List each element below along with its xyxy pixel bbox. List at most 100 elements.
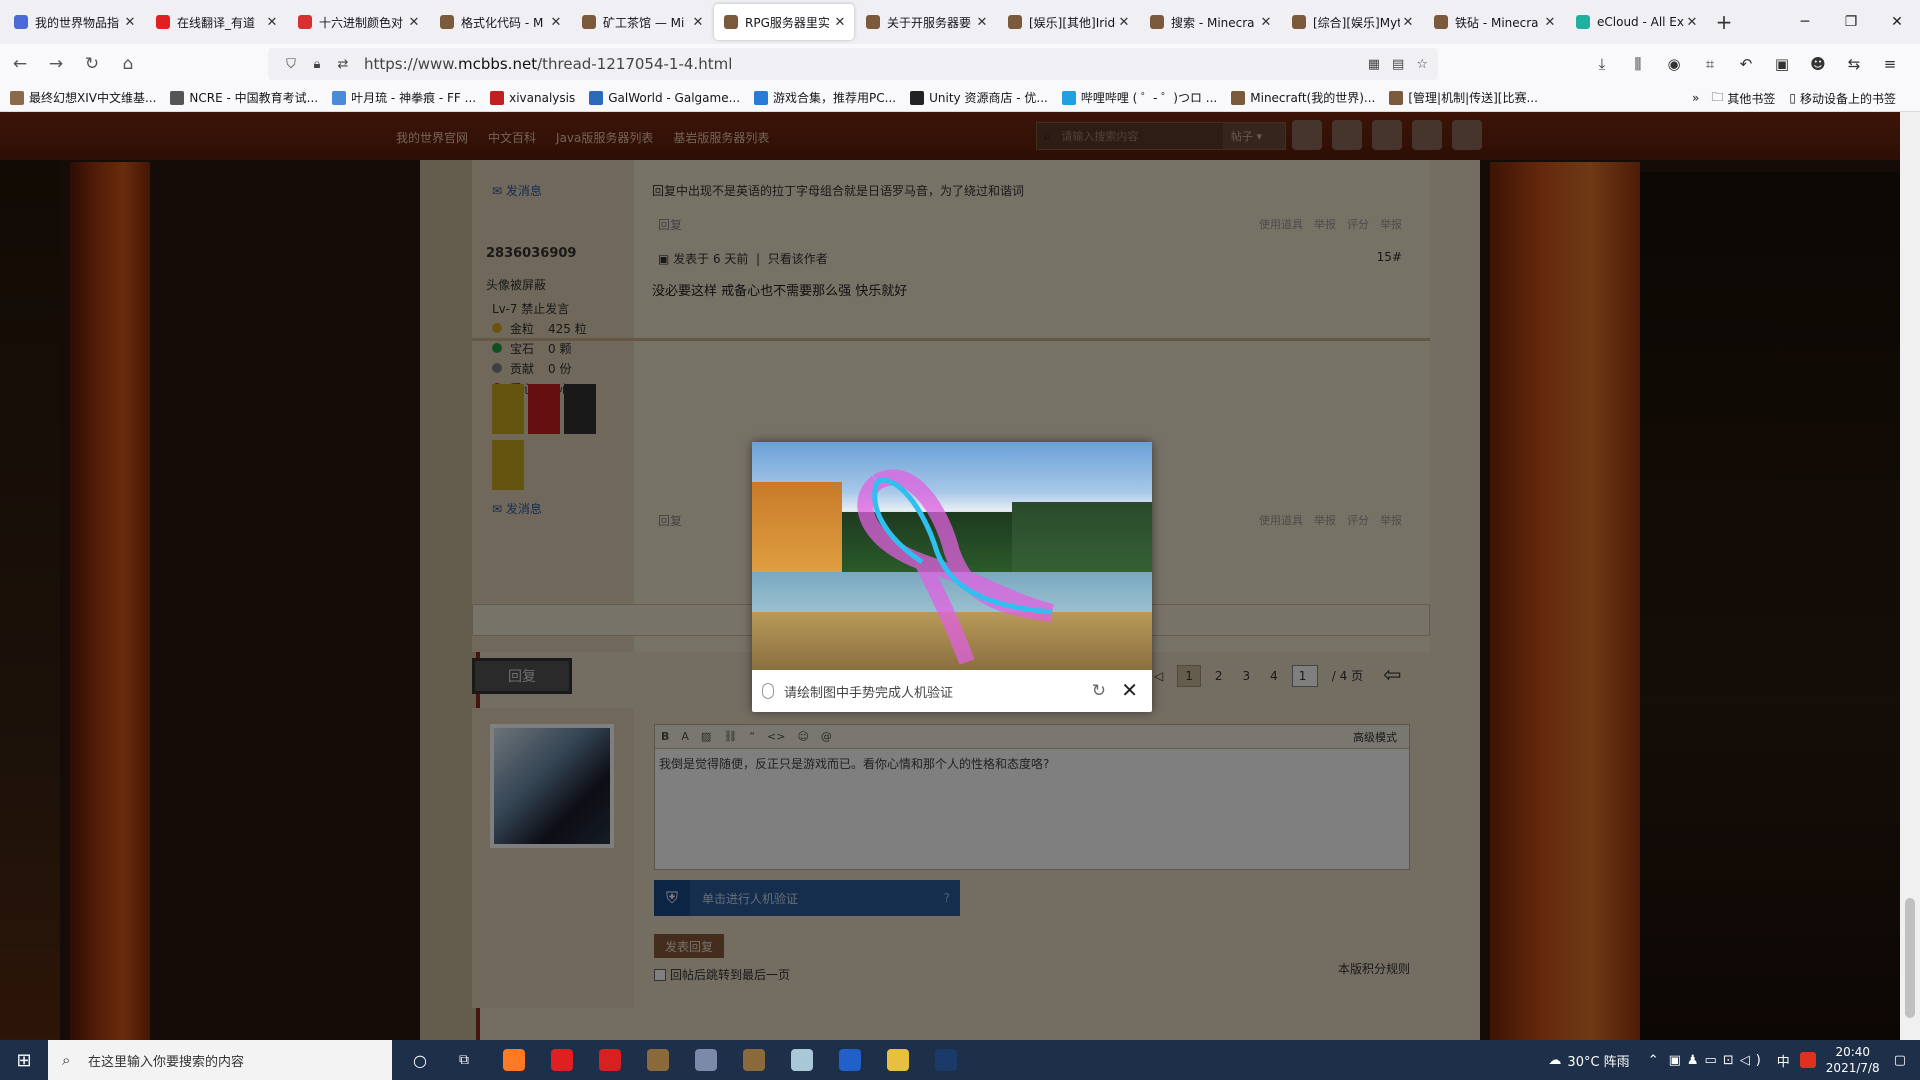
- taskbar-search[interactable]: ⌕ 在这里输入你要搜索的内容: [48, 1040, 392, 1080]
- search-icon-taskbar: ⌕: [62, 1051, 71, 1069]
- sogou-icon[interactable]: [1799, 1052, 1816, 1068]
- taskbar-app[interactable]: [922, 1040, 970, 1080]
- notification-center-icon[interactable]: ▢: [1894, 1053, 1906, 1068]
- taskbar-app[interactable]: [778, 1040, 826, 1080]
- bookmark-star-icon[interactable]: ☆: [1416, 57, 1428, 72]
- extension-icon[interactable]: ▣: [1764, 48, 1800, 80]
- undo-icon[interactable]: ↶: [1728, 48, 1764, 80]
- captcha-image[interactable]: [752, 442, 1152, 670]
- weather-icon[interactable]: ☁: [1548, 1053, 1561, 1068]
- tab-close-icon[interactable]: ✕: [974, 15, 990, 30]
- bookmark-favicon-icon: [1231, 90, 1246, 105]
- menu-icon[interactable]: ≡: [1872, 48, 1908, 80]
- page-scrollbar[interactable]: [1900, 112, 1920, 1040]
- weather-text[interactable]: 30°C 阵雨: [1567, 1051, 1629, 1070]
- browser-tab[interactable]: [综合][娱乐]Myt ✕: [1282, 4, 1422, 40]
- bookmark-favicon-icon: [332, 90, 347, 105]
- tab-close-icon[interactable]: ✕: [1400, 15, 1416, 30]
- cortana-icon[interactable]: ○: [400, 1040, 440, 1080]
- browser-tab[interactable]: 十六进制颜色对 ✕: [288, 4, 428, 40]
- tab-close-icon[interactable]: ✕: [1258, 15, 1274, 30]
- refresh-icon[interactable]: ↻: [1092, 681, 1106, 701]
- close-icon[interactable]: ✕: [1121, 678, 1138, 702]
- sync-icon[interactable]: ⇆: [1836, 48, 1872, 80]
- minimize-icon[interactable]: ─: [1782, 0, 1828, 44]
- bookmark-label: [管理|机制|传送][比赛...: [1408, 91, 1538, 105]
- forward-icon[interactable]: →: [40, 48, 72, 80]
- browser-tab[interactable]: [娱乐][其他]Iride ✕: [998, 4, 1138, 40]
- bookmark-favicon-icon: [490, 90, 505, 105]
- crop-icon[interactable]: ⌗: [1692, 48, 1728, 80]
- close-window-icon[interactable]: ✕: [1874, 0, 1920, 44]
- tab-close-icon[interactable]: ✕: [1116, 15, 1132, 30]
- tab-close-icon[interactable]: ✕: [264, 15, 280, 30]
- bookmark-item[interactable]: 游戏合集，推荐用PC...: [754, 89, 896, 106]
- tab-close-icon[interactable]: ✕: [122, 15, 138, 30]
- tab-close-icon[interactable]: ✕: [832, 15, 848, 30]
- bookmark-item[interactable]: GalWorld - Galgame...: [589, 89, 740, 106]
- new-tab-button[interactable]: +: [1708, 10, 1740, 34]
- reader-view-icon[interactable]: ▤: [1392, 57, 1404, 72]
- taskbar-app[interactable]: [874, 1040, 922, 1080]
- qrcode-icon[interactable]: ▦: [1368, 57, 1380, 72]
- mobile-bookmarks[interactable]: ▯ 移动设备上的书签: [1789, 90, 1896, 107]
- taskbar-app[interactable]: [826, 1040, 874, 1080]
- taskbar-app[interactable]: [586, 1040, 634, 1080]
- browser-tab[interactable]: 格式化代码 - M ✕: [430, 4, 570, 40]
- shield-icon[interactable]: ⛉: [280, 57, 302, 72]
- download-icon[interactable]: ⤓: [1584, 48, 1620, 80]
- bookmark-item[interactable]: xivanalysis: [490, 89, 575, 106]
- other-bookmarks[interactable]: 🗀︎ 其他书签: [1711, 88, 1775, 109]
- tray-icons[interactable]: ▣♟▭⊡◁): [1669, 1053, 1767, 1068]
- clock[interactable]: 20:40 2021/7/8: [1826, 1044, 1880, 1076]
- bookmark-item[interactable]: 哔哩哔哩 ( ゜- ゜)つロ ...: [1061, 89, 1217, 106]
- browser-tab[interactable]: 搜索 - Minecra ✕: [1140, 4, 1280, 40]
- bookmark-item[interactable]: NCRE - 中国教育考试...: [170, 89, 318, 106]
- tab-favicon-icon: [1008, 15, 1022, 29]
- permissions-icon[interactable]: ⇄: [332, 57, 354, 72]
- monkey-extension-icon[interactable]: ☻: [1800, 48, 1836, 80]
- tab-close-icon[interactable]: ✕: [548, 15, 564, 30]
- more-bookmarks-icon[interactable]: »: [1692, 91, 1699, 105]
- windows-start-icon[interactable]: ⊞: [0, 1040, 48, 1080]
- lock-icon[interactable]: 🔒︎: [306, 57, 328, 72]
- tab-close-icon[interactable]: ✕: [406, 15, 422, 30]
- bookmark-item[interactable]: 最终幻想XIV中文维基...: [10, 89, 156, 106]
- task-view-icon[interactable]: ⧉: [444, 1040, 484, 1080]
- bookmark-item[interactable]: 叶月琉 - 神拳痕 - FF ...: [332, 89, 476, 106]
- restore-icon[interactable]: ❐: [1828, 0, 1874, 44]
- browser-tab[interactable]: RPG服务器里实 ✕: [714, 4, 854, 40]
- scrollbar-thumb[interactable]: [1905, 898, 1915, 1018]
- bookmark-item[interactable]: Minecraft(我的世界)...: [1231, 89, 1375, 106]
- url-bar[interactable]: ⛉ 🔒︎ ⇄ https://www.mcbbs.net/thread-1217…: [268, 48, 1438, 80]
- back-icon[interactable]: ←: [4, 48, 36, 80]
- tab-label: 十六进制颜色对: [319, 15, 404, 30]
- bookmark-label: 游戏合集，推荐用PC...: [773, 91, 897, 105]
- account-icon[interactable]: ◉: [1656, 48, 1692, 80]
- captcha-footer: 请绘制图中手势完成人机验证 ↻ ✕: [752, 670, 1152, 712]
- bookmark-item[interactable]: Unity 资源商店 - 优...: [910, 89, 1048, 106]
- tab-close-icon[interactable]: ✕: [690, 15, 706, 30]
- taskbar-app[interactable]: [682, 1040, 730, 1080]
- taskbar-app[interactable]: [730, 1040, 778, 1080]
- browser-tab[interactable]: 铁砧 - Minecra ✕: [1424, 4, 1564, 40]
- reload-icon[interactable]: ↻: [76, 48, 108, 80]
- tab-favicon-icon: [582, 15, 596, 29]
- taskbar-app[interactable]: [634, 1040, 682, 1080]
- url-text[interactable]: https://www.mcbbs.net/thread-1217054-1-4…: [364, 55, 732, 73]
- tab-close-icon[interactable]: ✕: [1542, 15, 1558, 30]
- browser-tab[interactable]: 在线翻译_有道 ✕: [146, 4, 286, 40]
- tab-close-icon[interactable]: ✕: [1684, 15, 1700, 30]
- ime-indicator[interactable]: 中: [1777, 1051, 1790, 1070]
- bookmark-item[interactable]: [管理|机制|传送][比赛...: [1389, 89, 1538, 106]
- tab-favicon-icon: [298, 15, 312, 29]
- tray-expand-icon[interactable]: ⌃: [1648, 1053, 1659, 1068]
- library-icon[interactable]: ⫼: [1620, 48, 1656, 80]
- browser-tab[interactable]: 矿工茶馆 — Mi ✕: [572, 4, 712, 40]
- taskbar-app[interactable]: [538, 1040, 586, 1080]
- browser-tab[interactable]: 我的世界物品指 ✕: [4, 4, 144, 40]
- taskbar-app[interactable]: [490, 1040, 538, 1080]
- home-icon[interactable]: ⌂: [112, 48, 144, 80]
- browser-tab[interactable]: 关于开服务器要 ✕: [856, 4, 996, 40]
- browser-tab[interactable]: eCloud - All Ex ✕: [1566, 4, 1706, 40]
